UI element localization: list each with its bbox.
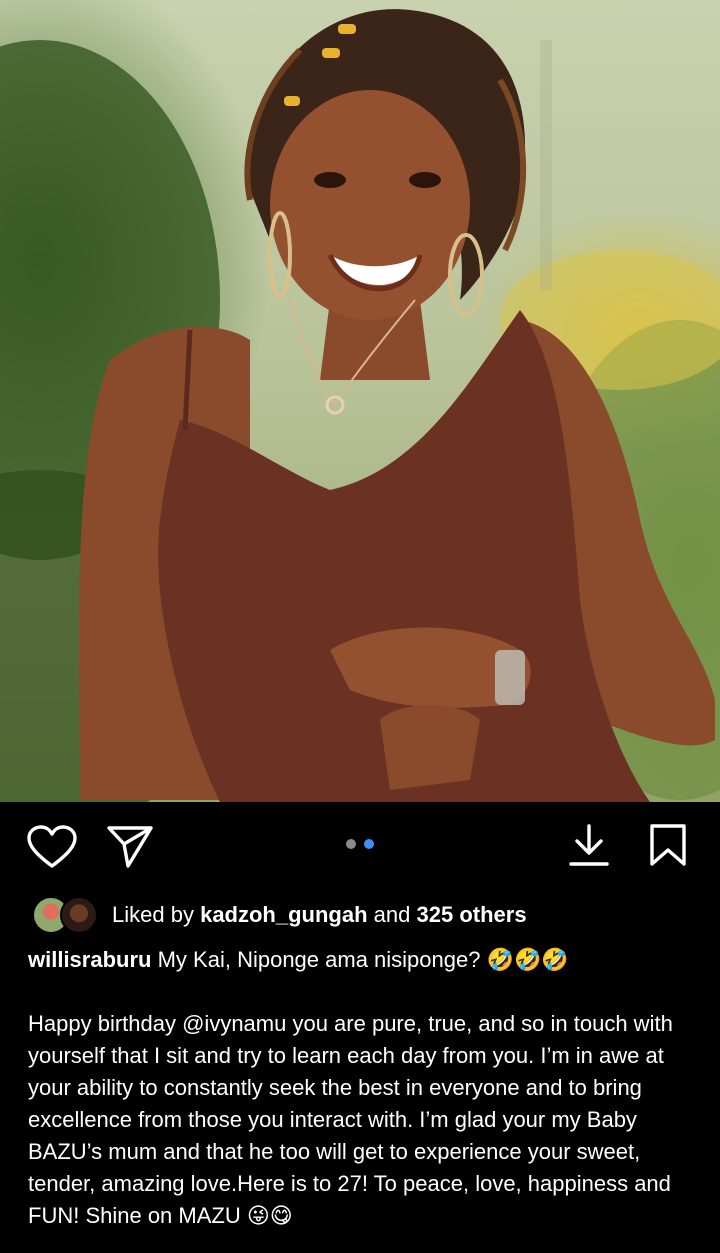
carousel-indicator [346, 839, 374, 849]
caption-mention-link[interactable]: @ivynamu [182, 1011, 286, 1036]
avatar [60, 896, 98, 934]
likes-prefix: Liked by [112, 902, 194, 927]
caption-line1: My Kai, Niponge ama nisiponge? 🤣🤣🤣 [157, 947, 569, 972]
caption-first-line: willisraburu My Kai, Niponge ama nisipon… [28, 944, 698, 976]
save-button[interactable] [648, 822, 688, 868]
caption-username-link[interactable]: willisraburu [28, 947, 151, 972]
liked-by-user-link[interactable]: kadzoh_gungah [200, 902, 367, 927]
post-caption: willisraburu My Kai, Niponge ama nisipon… [28, 944, 698, 1232]
caption-body-rest: you are pure, true, and so in touch with… [28, 1011, 673, 1228]
download-icon [569, 824, 609, 866]
carousel-dot-2 [364, 839, 374, 849]
post-photo[interactable] [0, 0, 720, 802]
photo-illustration [0, 9, 720, 802]
likes-conjunction: and [373, 902, 411, 927]
share-button[interactable] [106, 824, 154, 870]
bookmark-icon [650, 824, 686, 866]
download-button[interactable] [567, 822, 611, 868]
send-icon [107, 826, 153, 868]
likes-count-link[interactable]: 325 others [417, 902, 527, 927]
carousel-dot-1 [346, 839, 356, 849]
caption-body: Happy birthday @ivynamu you are pure, tr… [28, 1008, 698, 1232]
likes-row[interactable]: Liked by kadzoh_gungah and 325 others [32, 896, 527, 934]
heart-icon [27, 825, 77, 868]
likes-summary: Liked by kadzoh_gungah and 325 others [112, 902, 527, 928]
caption-body-start: Happy birthday [28, 1011, 183, 1036]
like-button[interactable] [26, 824, 78, 870]
